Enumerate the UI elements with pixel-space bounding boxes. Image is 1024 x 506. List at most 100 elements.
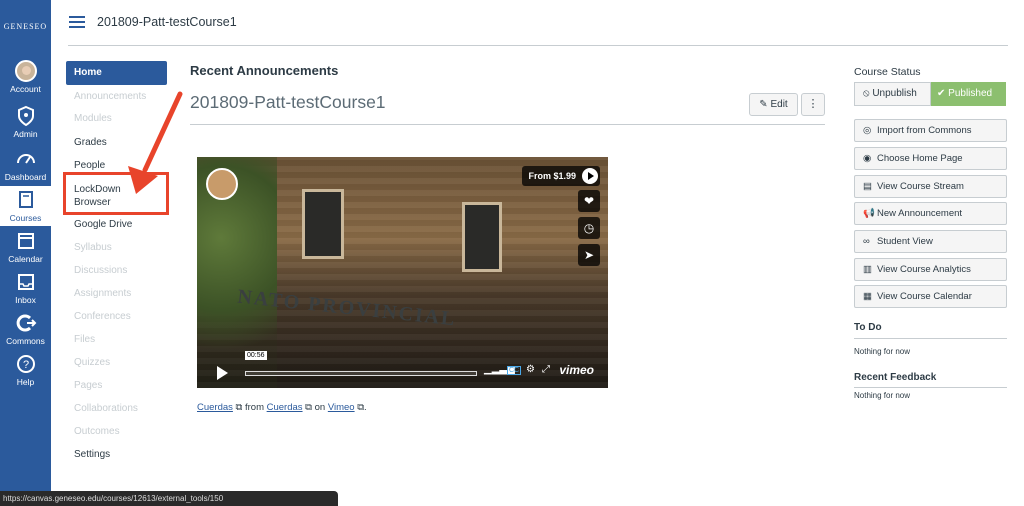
view-course-analytics-button[interactable]: ▥ View Course Analytics	[854, 258, 1007, 281]
hamburger-menu-icon[interactable]	[69, 16, 85, 28]
vimeo-logo[interactable]: vimeo	[559, 363, 594, 377]
calendar-label: View Course Calendar	[877, 291, 972, 302]
feedback-note: Nothing for now	[854, 391, 911, 400]
unpublish-label: Unpublish	[872, 88, 917, 99]
book-icon	[18, 191, 33, 208]
nav-inbox[interactable]: Inbox	[0, 271, 51, 305]
course-nav-conferences[interactable]: Conferences	[66, 311, 167, 322]
credits-from: from	[244, 402, 264, 413]
global-nav: GENESEO Account Admin Dashboard Courses …	[0, 0, 51, 506]
play-icon[interactable]	[217, 366, 228, 380]
header-divider	[68, 45, 1008, 46]
feedback-divider	[854, 387, 1007, 388]
course-nav-outcomes[interactable]: Outcomes	[66, 426, 167, 437]
nav-dashboard[interactable]: Dashboard	[0, 148, 51, 182]
video-window	[302, 189, 344, 259]
choose-home-page-button[interactable]: ◉ Choose Home Page	[854, 147, 1007, 170]
clock-icon[interactable]: ◷	[578, 217, 600, 239]
course-nav-discussions[interactable]: Discussions	[66, 265, 167, 276]
view-course-calendar-button[interactable]: ▦ View Course Calendar	[854, 285, 1007, 308]
nav-help-label: Help	[16, 377, 35, 387]
check-circle-icon: ✔	[937, 88, 946, 99]
calendar-icon: ▦	[863, 291, 872, 302]
shield-icon	[17, 105, 34, 127]
todo-divider	[854, 338, 1007, 339]
video-player[interactable]: NATO PROVINCIAL From $1.99 ❤ ◷ ➤ 00:56 ▁…	[197, 157, 608, 388]
video-controls: 00:56 ▁▂▃▅ CC ⚙ ⤢ vimeo	[197, 351, 608, 388]
nav-dashboard-label: Dashboard	[4, 172, 47, 182]
import-from-commons-button[interactable]: ◎ Import from Commons	[854, 119, 1007, 142]
nav-inbox-label: Inbox	[15, 295, 36, 305]
course-nav-files[interactable]: Files	[66, 334, 167, 345]
nav-account[interactable]: Account	[0, 60, 51, 94]
credits-on: on	[314, 402, 326, 413]
heart-icon[interactable]: ❤	[578, 190, 600, 212]
course-nav-collaborations[interactable]: Collaborations	[66, 403, 167, 414]
nav-calendar[interactable]: Calendar	[0, 230, 51, 264]
nav-courses[interactable]: Courses	[0, 186, 51, 226]
progress-track[interactable]	[245, 371, 477, 376]
student-view-button[interactable]: ∞ Student View	[854, 230, 1007, 253]
title-divider	[190, 124, 825, 125]
nav-account-label: Account	[10, 84, 41, 94]
stream-label: View Course Stream	[877, 181, 964, 192]
external-link-icon: ⧉	[354, 402, 365, 413]
student-view-label: Student View	[877, 236, 933, 247]
inbox-icon	[17, 274, 34, 290]
video-title-link[interactable]: Cuerdas	[197, 402, 233, 413]
course-nav-settings[interactable]: Settings	[66, 449, 167, 460]
browser-status-url: https://canvas.geneseo.edu/courses/12613…	[0, 491, 338, 506]
nav-calendar-label: Calendar	[8, 254, 43, 264]
nav-help[interactable]: ? Help	[0, 353, 51, 387]
announcement-label: New Announcement	[877, 208, 963, 219]
section-heading: Recent Announcements	[190, 63, 339, 78]
video-credits: Cuerdas ⧉ from Cuerdas ⧉ on Vimeo ⧉.	[197, 402, 367, 413]
help-icon: ?	[16, 355, 35, 373]
nav-commons[interactable]: Commons	[0, 312, 51, 346]
price-button[interactable]: From $1.99	[522, 166, 600, 186]
external-link-icon: ⧉	[232, 402, 245, 413]
author-link[interactable]: Cuerdas	[267, 402, 303, 413]
edit-button[interactable]: ✎ Edit	[749, 93, 798, 116]
play-circle-icon	[582, 168, 598, 184]
new-announcement-button[interactable]: 📢 New Announcement	[854, 202, 1007, 225]
commons-icon	[16, 314, 36, 332]
nav-courses-label: Courses	[9, 213, 42, 223]
course-status-label: Course Status	[854, 66, 921, 78]
published-button[interactable]: ✔ Published	[931, 82, 1006, 106]
gear-icon[interactable]: ⚙	[526, 364, 535, 375]
stream-icon: ▤	[863, 181, 872, 192]
view-course-stream-button[interactable]: ▤ View Course Stream	[854, 175, 1007, 198]
credits-end: .	[364, 402, 367, 413]
course-nav-google-drive[interactable]: Google Drive	[66, 219, 167, 230]
course-nav-pages[interactable]: Pages	[66, 380, 167, 391]
breadcrumb[interactable]: 201809-Patt-testCourse1	[97, 15, 237, 29]
external-link-icon: ⧉	[302, 402, 315, 413]
vimeo-author-avatar[interactable]	[206, 168, 238, 200]
unpublish-button[interactable]: ⦸ Unpublish	[854, 82, 931, 106]
vimeo-link[interactable]: Vimeo	[328, 402, 355, 413]
import-label: Import from Commons	[877, 125, 972, 136]
nav-admin[interactable]: Admin	[0, 105, 51, 139]
glasses-icon: ∞	[863, 236, 870, 247]
course-nav-quizzes[interactable]: Quizzes	[66, 357, 167, 368]
course-nav-assignments[interactable]: Assignments	[66, 288, 167, 299]
more-options-button[interactable]: ⋮	[801, 93, 825, 116]
announcement-icon: 📢	[863, 208, 875, 219]
import-icon: ◎	[863, 125, 872, 136]
video-window	[462, 202, 502, 272]
course-nav-syllabus[interactable]: Syllabus	[66, 242, 167, 253]
edit-label: Edit	[770, 99, 788, 110]
cc-icon[interactable]: CC	[507, 366, 522, 375]
choose-home-label: Choose Home Page	[877, 153, 963, 164]
dashboard-icon	[16, 154, 35, 164]
timestamp: 00:56	[245, 351, 267, 360]
send-icon[interactable]: ➤	[578, 244, 600, 266]
fullscreen-icon[interactable]: ⤢	[542, 364, 550, 375]
todo-note: Nothing for now	[854, 347, 911, 356]
pencil-icon: ✎	[759, 99, 768, 110]
published-label: Published	[948, 88, 993, 99]
course-nav-home[interactable]: Home	[66, 61, 167, 85]
calendar-icon	[17, 233, 34, 249]
geneseo-logo[interactable]: GENESEO	[0, 22, 51, 31]
